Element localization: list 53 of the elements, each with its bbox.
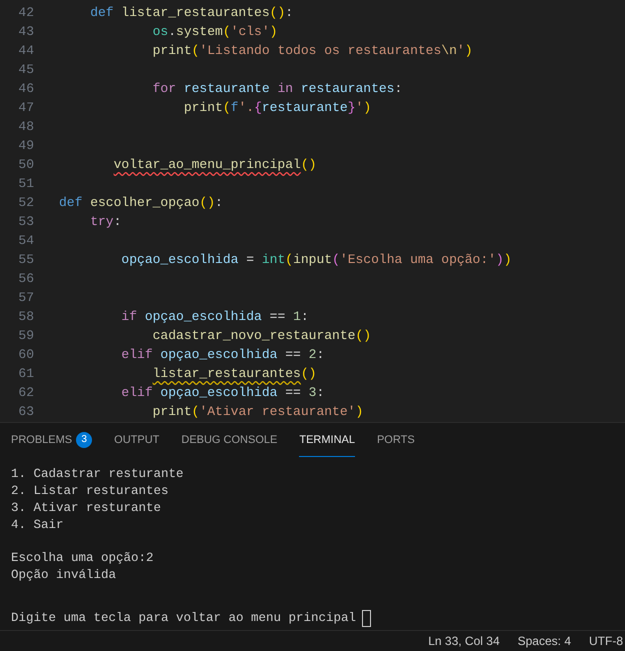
panel-tab[interactable]: PORTS <box>376 423 415 457</box>
terminal-line: Opção inválida <box>11 567 118 584</box>
line-number: 48 <box>17 119 34 134</box>
line-number: 42 <box>17 5 34 20</box>
code-line: listar_restaurantes() <box>152 366 316 381</box>
code-line: print(f'.{restaurante}') <box>182 100 372 115</box>
code-line: elif opçao_escolhida == 2: <box>120 347 324 362</box>
code-line: os.system('cls') <box>152 24 278 39</box>
terminal-line: Digite uma tecla para voltar ao menu principal <box>11 611 356 625</box>
line-number: 54 <box>17 233 34 248</box>
code-line: voltar_ao_menu_principal() <box>112 157 316 172</box>
line-number: 56 <box>17 271 34 286</box>
line-number: 62 <box>17 385 34 400</box>
panel-tab[interactable]: PROBLEMS 3 <box>11 423 92 457</box>
code-line: if opçao_escolhida == 1: <box>120 309 309 324</box>
code-line: print('Ativar restaurante') <box>152 404 364 419</box>
line-number: 61 <box>17 366 34 381</box>
code-line: opçao_escolhida = int(input('Escolha uma opção:')) <box>120 252 512 267</box>
panel-tab[interactable]: DEBUG CONSOLE <box>181 423 278 457</box>
line-number: 55 <box>17 252 34 267</box>
code-line: try: <box>89 214 122 229</box>
code-line: elif opçao_escolhida == 3: <box>120 385 324 400</box>
line-number: 50 <box>17 157 34 172</box>
line-number: 46 <box>17 81 34 96</box>
terminal-line: 2. Listar resturantes <box>11 483 170 500</box>
code-line: cadastrar_novo_restaurante() <box>152 328 372 343</box>
line-number: 45 <box>17 62 34 77</box>
line-number: 63 <box>17 404 34 419</box>
count-badge: 3 <box>76 432 92 448</box>
terminal-line: 4. Sair <box>11 517 65 534</box>
code-line: def listar_restaurantes(): <box>89 5 294 20</box>
terminal-line: 3. Ativar resturante <box>11 500 162 517</box>
line-number: 47 <box>17 100 34 115</box>
status-item[interactable]: Ln 33, Col 34 <box>428 634 500 648</box>
line-number: 44 <box>17 43 34 58</box>
line-number: 57 <box>17 290 34 305</box>
terminal-line: Escolha uma opção:2 <box>11 550 155 567</box>
panel-tab[interactable]: TERMINAL <box>299 423 355 457</box>
panel-tab[interactable]: OUTPUT <box>114 423 160 457</box>
status-item[interactable]: UTF-8 <box>589 634 623 648</box>
line-number: 53 <box>17 214 34 229</box>
line-number: 58 <box>17 309 34 324</box>
line-number: 51 <box>17 176 34 191</box>
line-number: 60 <box>17 347 34 362</box>
line-number: 43 <box>17 24 34 39</box>
line-number: 52 <box>17 195 34 210</box>
terminal-line: 1. Cadastrar resturante <box>11 466 185 483</box>
status-item[interactable]: Spaces: 4 <box>518 634 571 648</box>
line-number: 59 <box>17 328 34 343</box>
code-line: for restaurante in restaurantes: <box>152 81 402 96</box>
line-number: 49 <box>17 138 34 153</box>
code-line: def escolher_opçao(): <box>59 195 223 210</box>
code-line: print('Listando todos os restaurantes\n') <box>152 43 473 58</box>
